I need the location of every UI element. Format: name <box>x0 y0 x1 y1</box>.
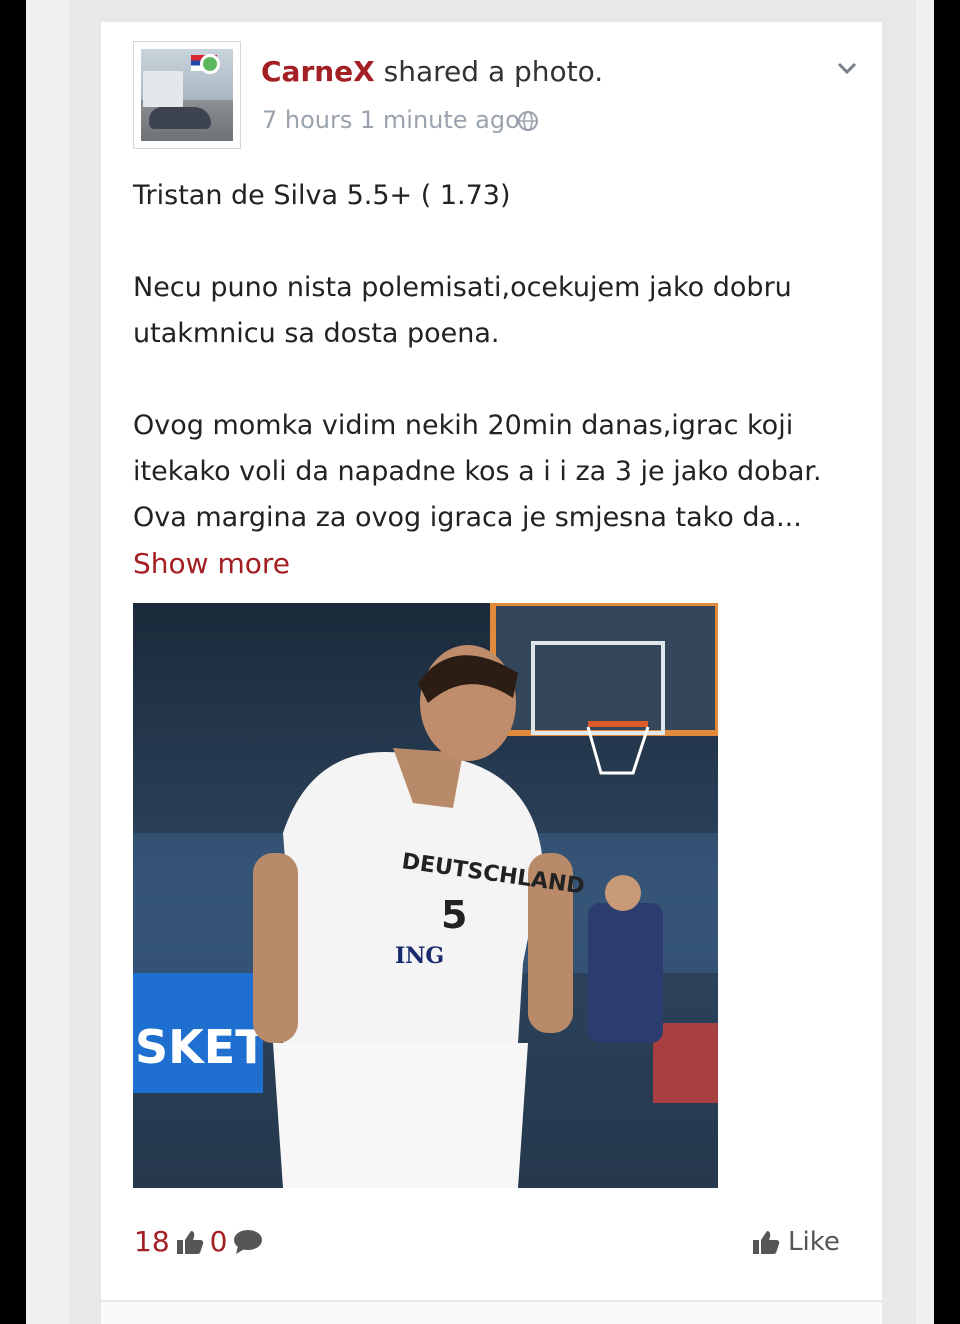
author-name-link[interactable]: CarneX <box>261 55 375 88</box>
post-photo[interactable]: SKET DEUTSCHLAND 5 ING <box>133 603 718 1188</box>
post-stats: 18 0 <box>134 1225 269 1258</box>
post-card: CarneX shared a photo. 7 hours 1 minute … <box>101 22 882 1300</box>
post-body: Tristan de Silva 5.5+ ( 1.73) Necu puno … <box>133 173 833 588</box>
post-paragraph-1: Tristan de Silva 5.5+ ( 1.73) <box>133 180 511 211</box>
show-more-link[interactable]: Show more <box>133 547 290 580</box>
like-button[interactable]: Like <box>752 1227 840 1257</box>
like-count[interactable]: 18 <box>134 1225 170 1258</box>
banner-text: SKET <box>135 1020 267 1074</box>
online-status-indicator <box>200 54 220 74</box>
comment-count[interactable]: 0 <box>210 1225 228 1258</box>
jersey-number: 5 <box>441 893 467 937</box>
screen-edge-right <box>934 0 960 1324</box>
screen-edge-left <box>0 0 26 1324</box>
comment-icon <box>234 1229 263 1254</box>
thumbs-up-icon <box>176 1230 203 1254</box>
globe-icon <box>518 111 538 131</box>
chevron-down-icon[interactable] <box>836 60 858 76</box>
basketball-player-photo: SKET DEUTSCHLAND 5 ING <box>133 603 718 1188</box>
jersey-sponsor: ING <box>395 943 444 969</box>
thumbs-up-icon <box>753 1231 780 1254</box>
like-button-label: Like <box>788 1227 840 1257</box>
post-header: CarneX shared a photo. <box>261 55 603 88</box>
avatar[interactable] <box>133 41 241 149</box>
post-paragraph-3: Ovog momka vidim nekih 20min danas,igrac… <box>133 410 822 533</box>
post-timestamp[interactable]: 7 hours 1 minute ago <box>262 106 520 134</box>
post-action-text: shared a photo. <box>374 55 604 88</box>
next-card-edge <box>101 1302 882 1324</box>
post-paragraph-2: Necu puno nista polemisati,ocekujem jako… <box>133 272 792 349</box>
